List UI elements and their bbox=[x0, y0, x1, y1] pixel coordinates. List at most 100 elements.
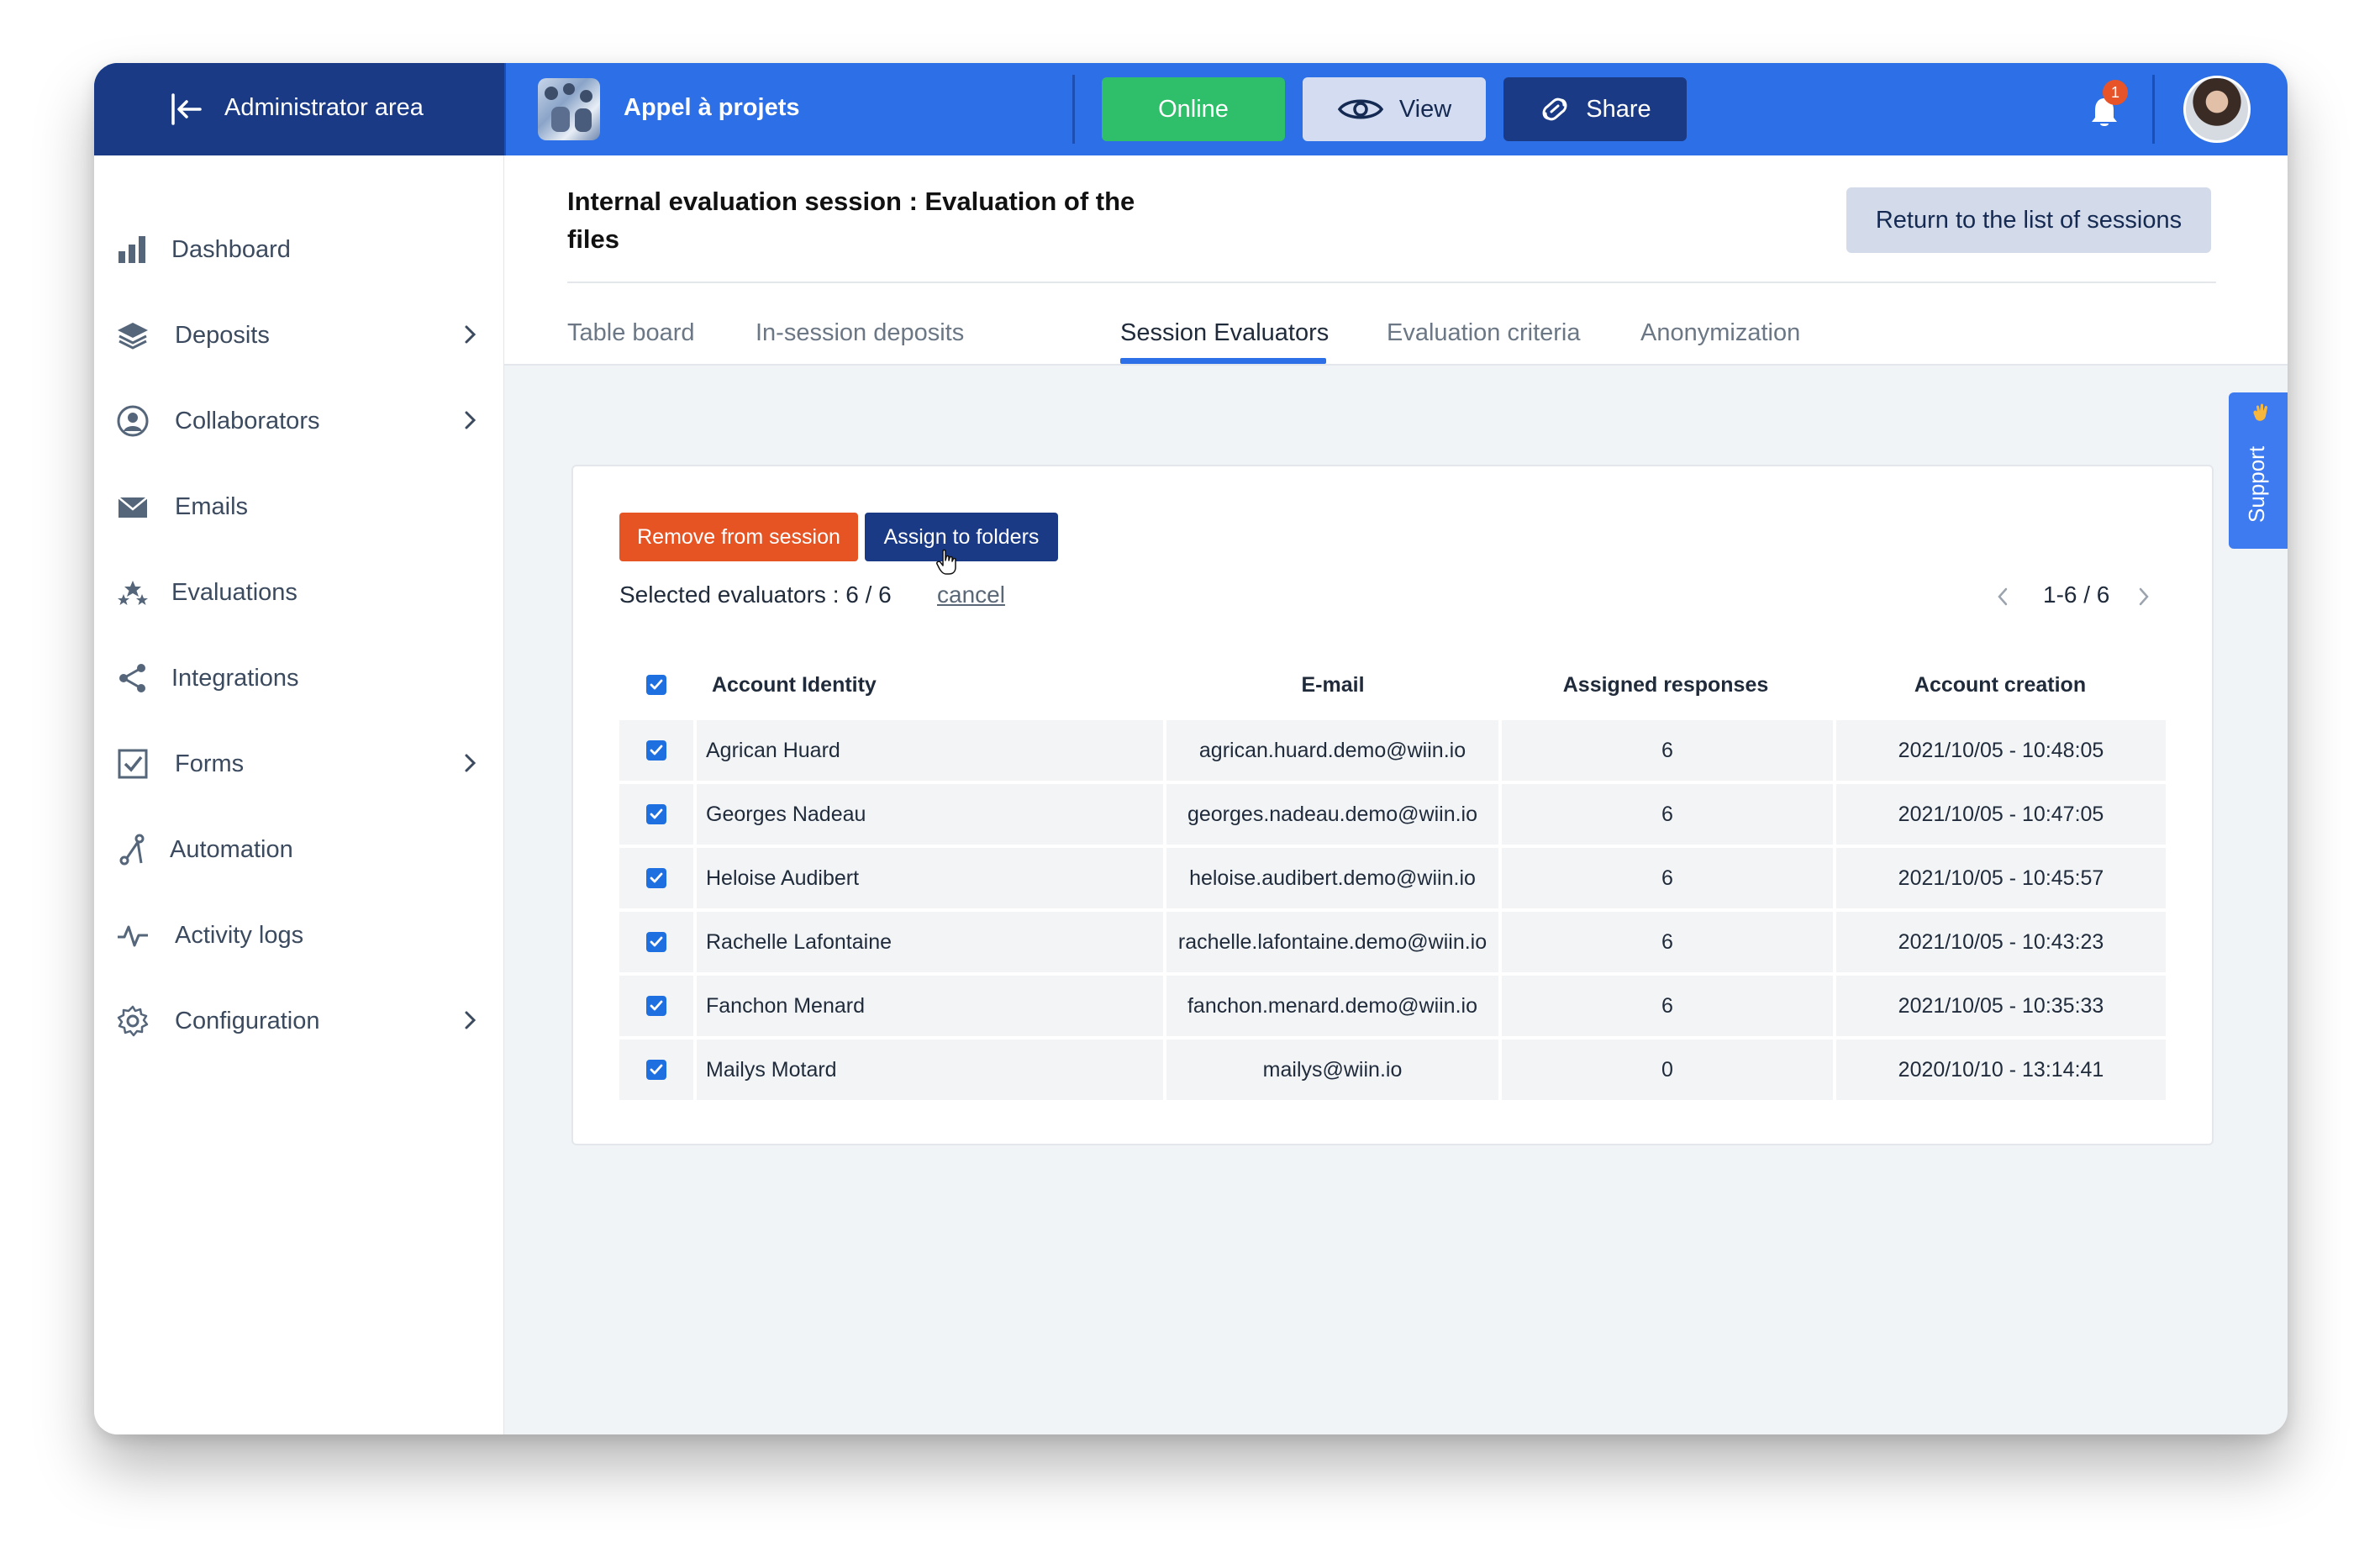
row-checkbox[interactable] bbox=[646, 740, 666, 761]
support-label: Support bbox=[2244, 445, 2269, 523]
automation-icon bbox=[119, 834, 145, 866]
pagination-info: 1-6 / 6 bbox=[2043, 582, 2110, 608]
sidebar-item-integrations[interactable]: Integrations bbox=[94, 643, 504, 710]
sidebar-item-label: Evaluations bbox=[171, 579, 298, 606]
user-circle-icon bbox=[117, 405, 149, 437]
cell-account-identity: Rachelle Lafontaine bbox=[697, 912, 1163, 972]
return-label: Return to the list of sessions bbox=[1875, 206, 2183, 234]
row-checkbox-cell[interactable] bbox=[619, 848, 693, 908]
column-header-identity[interactable]: Account Identity bbox=[712, 660, 877, 710]
chevron-right-icon bbox=[465, 1011, 477, 1029]
column-header-email[interactable]: E-mail bbox=[1167, 660, 1498, 710]
sidebar-item-deposits[interactable]: Deposits bbox=[94, 300, 504, 367]
row-checkbox[interactable] bbox=[646, 932, 666, 952]
sidebar-item-emails[interactable]: Emails bbox=[94, 471, 504, 539]
row-checkbox-cell[interactable] bbox=[619, 1040, 693, 1100]
cell-account-creation: 2021/10/05 - 10:48:05 bbox=[1836, 720, 2166, 781]
sidebar-item-label: Forms bbox=[175, 750, 245, 777]
chevron-right-icon[interactable] bbox=[2133, 584, 2153, 609]
sidebar-item-label: Deposits bbox=[175, 322, 270, 349]
row-checkbox-cell[interactable] bbox=[619, 912, 693, 972]
column-header-assigned-responses[interactable]: Assigned responses bbox=[1500, 660, 1831, 710]
checkbox-icon bbox=[118, 749, 148, 779]
tab-evaluation-criteria[interactable]: Evaluation criteria bbox=[1387, 319, 1581, 347]
topbar-divider bbox=[2152, 75, 2155, 144]
sidebar-item-dashboard[interactable]: Dashboard bbox=[94, 214, 504, 282]
cell-account-identity: Fanchon Menard bbox=[697, 976, 1163, 1036]
stars-icon bbox=[118, 581, 148, 605]
row-checkbox-cell[interactable] bbox=[619, 720, 693, 781]
pulse-icon bbox=[118, 925, 148, 947]
row-checkbox[interactable] bbox=[646, 804, 666, 824]
view-label: View bbox=[1398, 95, 1452, 123]
sidebar-item-label: Emails bbox=[175, 493, 249, 520]
sidebar: Dashboard Deposits Collaborators Emails bbox=[94, 155, 504, 1434]
row-checkbox-cell[interactable] bbox=[619, 976, 693, 1036]
cell-assigned-responses: 6 bbox=[1502, 720, 1833, 781]
sidebar-item-evaluations[interactable]: Evaluations bbox=[94, 557, 504, 624]
row-checkbox[interactable] bbox=[646, 996, 666, 1016]
hand-pointer-icon bbox=[936, 549, 956, 575]
project-selector[interactable]: Appel à projets bbox=[504, 63, 1168, 155]
support-tab[interactable]: Support bbox=[2229, 392, 2288, 549]
cell-email: georges.nadeau.demo@wiin.io bbox=[1166, 784, 1498, 845]
notification-badge: 1 bbox=[2103, 80, 2128, 105]
cell-assigned-responses: 6 bbox=[1502, 912, 1833, 972]
table-row[interactable]: Heloise Audibert heloise.audibert.demo@wi… bbox=[619, 848, 2166, 908]
cell-account-identity: Heloise Audibert bbox=[697, 848, 1163, 908]
admin-area-label: Administrator area bbox=[224, 94, 424, 121]
tab-session-evaluators[interactable]: Session Evaluators bbox=[1120, 319, 1329, 347]
share-link-icon bbox=[1542, 97, 1567, 121]
cell-email: agrican.huard.demo@wiin.io bbox=[1166, 720, 1498, 781]
eye-icon bbox=[1337, 99, 1383, 119]
wave-hand-icon bbox=[2253, 403, 2267, 421]
sidebar-item-label: Integrations bbox=[171, 665, 299, 692]
share-button[interactable]: Share bbox=[1503, 77, 1687, 141]
chevron-right-icon bbox=[465, 754, 477, 772]
cancel-selection-link[interactable]: cancel bbox=[937, 582, 1005, 608]
table-row[interactable]: Georges Nadeau georges.nadeau.demo@wiin.i… bbox=[619, 784, 2166, 845]
sidebar-item-label: Collaborators bbox=[175, 408, 320, 434]
row-checkbox[interactable] bbox=[646, 1060, 666, 1080]
sidebar-item-collaborators[interactable]: Collaborators bbox=[94, 386, 504, 453]
admin-area-button[interactable]: Administrator area bbox=[94, 63, 504, 155]
sidebar-item-configuration[interactable]: Configuration bbox=[94, 986, 504, 1053]
top-bar: Administrator area Appel à projets Onlin… bbox=[94, 63, 2288, 155]
select-all-checkbox[interactable] bbox=[646, 660, 666, 710]
table-row[interactable]: Mailys Motard mailys@wiin.io 0 2020/10/10 -… bbox=[619, 1040, 2166, 1100]
main-content: Internal evaluation session : Evaluation… bbox=[504, 155, 2288, 1434]
layers-icon bbox=[118, 323, 148, 350]
online-button[interactable]: Online bbox=[1102, 77, 1285, 141]
selected-evaluators-count: Selected evaluators : 6 / 6 bbox=[619, 582, 892, 608]
online-label: Online bbox=[1158, 95, 1229, 123]
cell-email: fanchon.menard.demo@wiin.io bbox=[1166, 976, 1498, 1036]
sidebar-item-activity-logs[interactable]: Activity logs bbox=[94, 900, 504, 967]
sidebar-item-label: Automation bbox=[170, 836, 293, 863]
cell-account-creation: 2020/10/10 - 13:14:41 bbox=[1836, 1040, 2166, 1100]
divider bbox=[567, 282, 2216, 283]
page-title: Internal evaluation session : Evaluation… bbox=[567, 187, 1135, 254]
column-header-account-creation[interactable]: Account creation bbox=[1835, 660, 2166, 710]
tab-table-board[interactable]: Table board bbox=[567, 319, 695, 347]
evaluators-card: Remove from session Assign to folders Se… bbox=[571, 465, 2214, 1145]
table-row[interactable]: Fanchon Menard fanchon.menard.demo@wiin.i… bbox=[619, 976, 2166, 1036]
sidebar-item-forms[interactable]: Forms bbox=[94, 729, 504, 796]
user-avatar[interactable] bbox=[2183, 76, 2251, 143]
remove-from-session-button[interactable]: Remove from session bbox=[619, 513, 858, 561]
cell-account-creation: 2021/10/05 - 10:43:23 bbox=[1836, 912, 2166, 972]
row-checkbox-cell[interactable] bbox=[619, 784, 693, 845]
assign-to-folders-button[interactable]: Assign to folders bbox=[865, 513, 1058, 561]
remove-label: Remove from session bbox=[637, 524, 840, 549]
table-row[interactable]: Agrican Huard agrican.huard.demo@wiin.io 6… bbox=[619, 720, 2166, 781]
chevron-left-icon[interactable] bbox=[1993, 584, 2014, 609]
cell-account-creation: 2021/10/05 - 10:45:57 bbox=[1836, 848, 2166, 908]
exit-icon bbox=[171, 93, 202, 125]
view-button[interactable]: View bbox=[1303, 77, 1486, 141]
return-to-sessions-button[interactable]: Return to the list of sessions bbox=[1846, 187, 2211, 253]
share-nodes-icon bbox=[119, 664, 145, 692]
sidebar-item-automation[interactable]: Automation bbox=[94, 814, 504, 882]
row-checkbox[interactable] bbox=[646, 868, 666, 888]
tab-anonymization[interactable]: Anonymization bbox=[1640, 319, 1800, 347]
tab-in-session-deposits[interactable]: In-session deposits bbox=[756, 319, 964, 347]
table-row[interactable]: Rachelle Lafontaine rachelle.lafontaine.d… bbox=[619, 912, 2166, 972]
